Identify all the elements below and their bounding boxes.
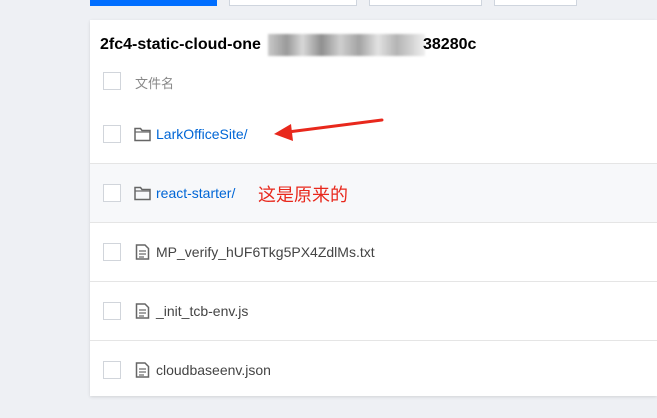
table-row[interactable]: react-starter/ 这是原来的 — [90, 164, 657, 223]
file-name[interactable]: cloudbaseenv.json — [156, 362, 271, 378]
row-checkbox[interactable] — [103, 361, 121, 379]
document-icon — [135, 303, 150, 319]
column-header-filename: 文件名 — [135, 76, 175, 91]
select-all-checkbox[interactable] — [103, 72, 121, 90]
table-row[interactable]: _init_tcb-env.js — [90, 282, 657, 341]
bucket-title: 2fc4-static-cloud-one — [100, 36, 261, 53]
table-row[interactable]: MP_verify_hUF6Tkg5PX4ZdlMs.txt — [90, 223, 657, 282]
document-icon — [135, 362, 150, 378]
row-checkbox[interactable] — [103, 184, 121, 202]
toolbar-button-3[interactable] — [369, 0, 482, 6]
file-name[interactable]: MP_verify_hUF6Tkg5PX4ZdlMs.txt — [156, 244, 375, 260]
table-row[interactable]: LarkOfficeSite/ — [90, 105, 657, 164]
redacted-mask — [268, 34, 425, 56]
file-list-panel: 2fc4-static-cloud-one 38280c 文件名 LarkOff… — [90, 20, 657, 396]
row-checkbox[interactable] — [103, 302, 121, 320]
annotation-text: 这是原来的 — [258, 185, 348, 206]
toolbar-primary-button[interactable] — [90, 0, 217, 6]
row-checkbox[interactable] — [103, 125, 121, 143]
document-icon — [135, 244, 150, 260]
file-name-link[interactable]: LarkOfficeSite/ — [156, 126, 248, 142]
table-row[interactable]: cloudbaseenv.json — [90, 341, 657, 396]
folder-icon — [134, 186, 151, 201]
file-name[interactable]: _init_tcb-env.js — [156, 303, 248, 319]
table-header: 文件名 — [90, 64, 657, 106]
toolbar-button-4[interactable] — [494, 0, 577, 6]
toolbar-button-2[interactable] — [229, 0, 357, 6]
folder-icon — [134, 127, 151, 142]
file-name-link[interactable]: react-starter/ — [156, 185, 235, 201]
bucket-title-suffix: 38280c — [423, 36, 477, 53]
row-checkbox[interactable] — [103, 243, 121, 261]
toolbar — [0, 0, 657, 16]
